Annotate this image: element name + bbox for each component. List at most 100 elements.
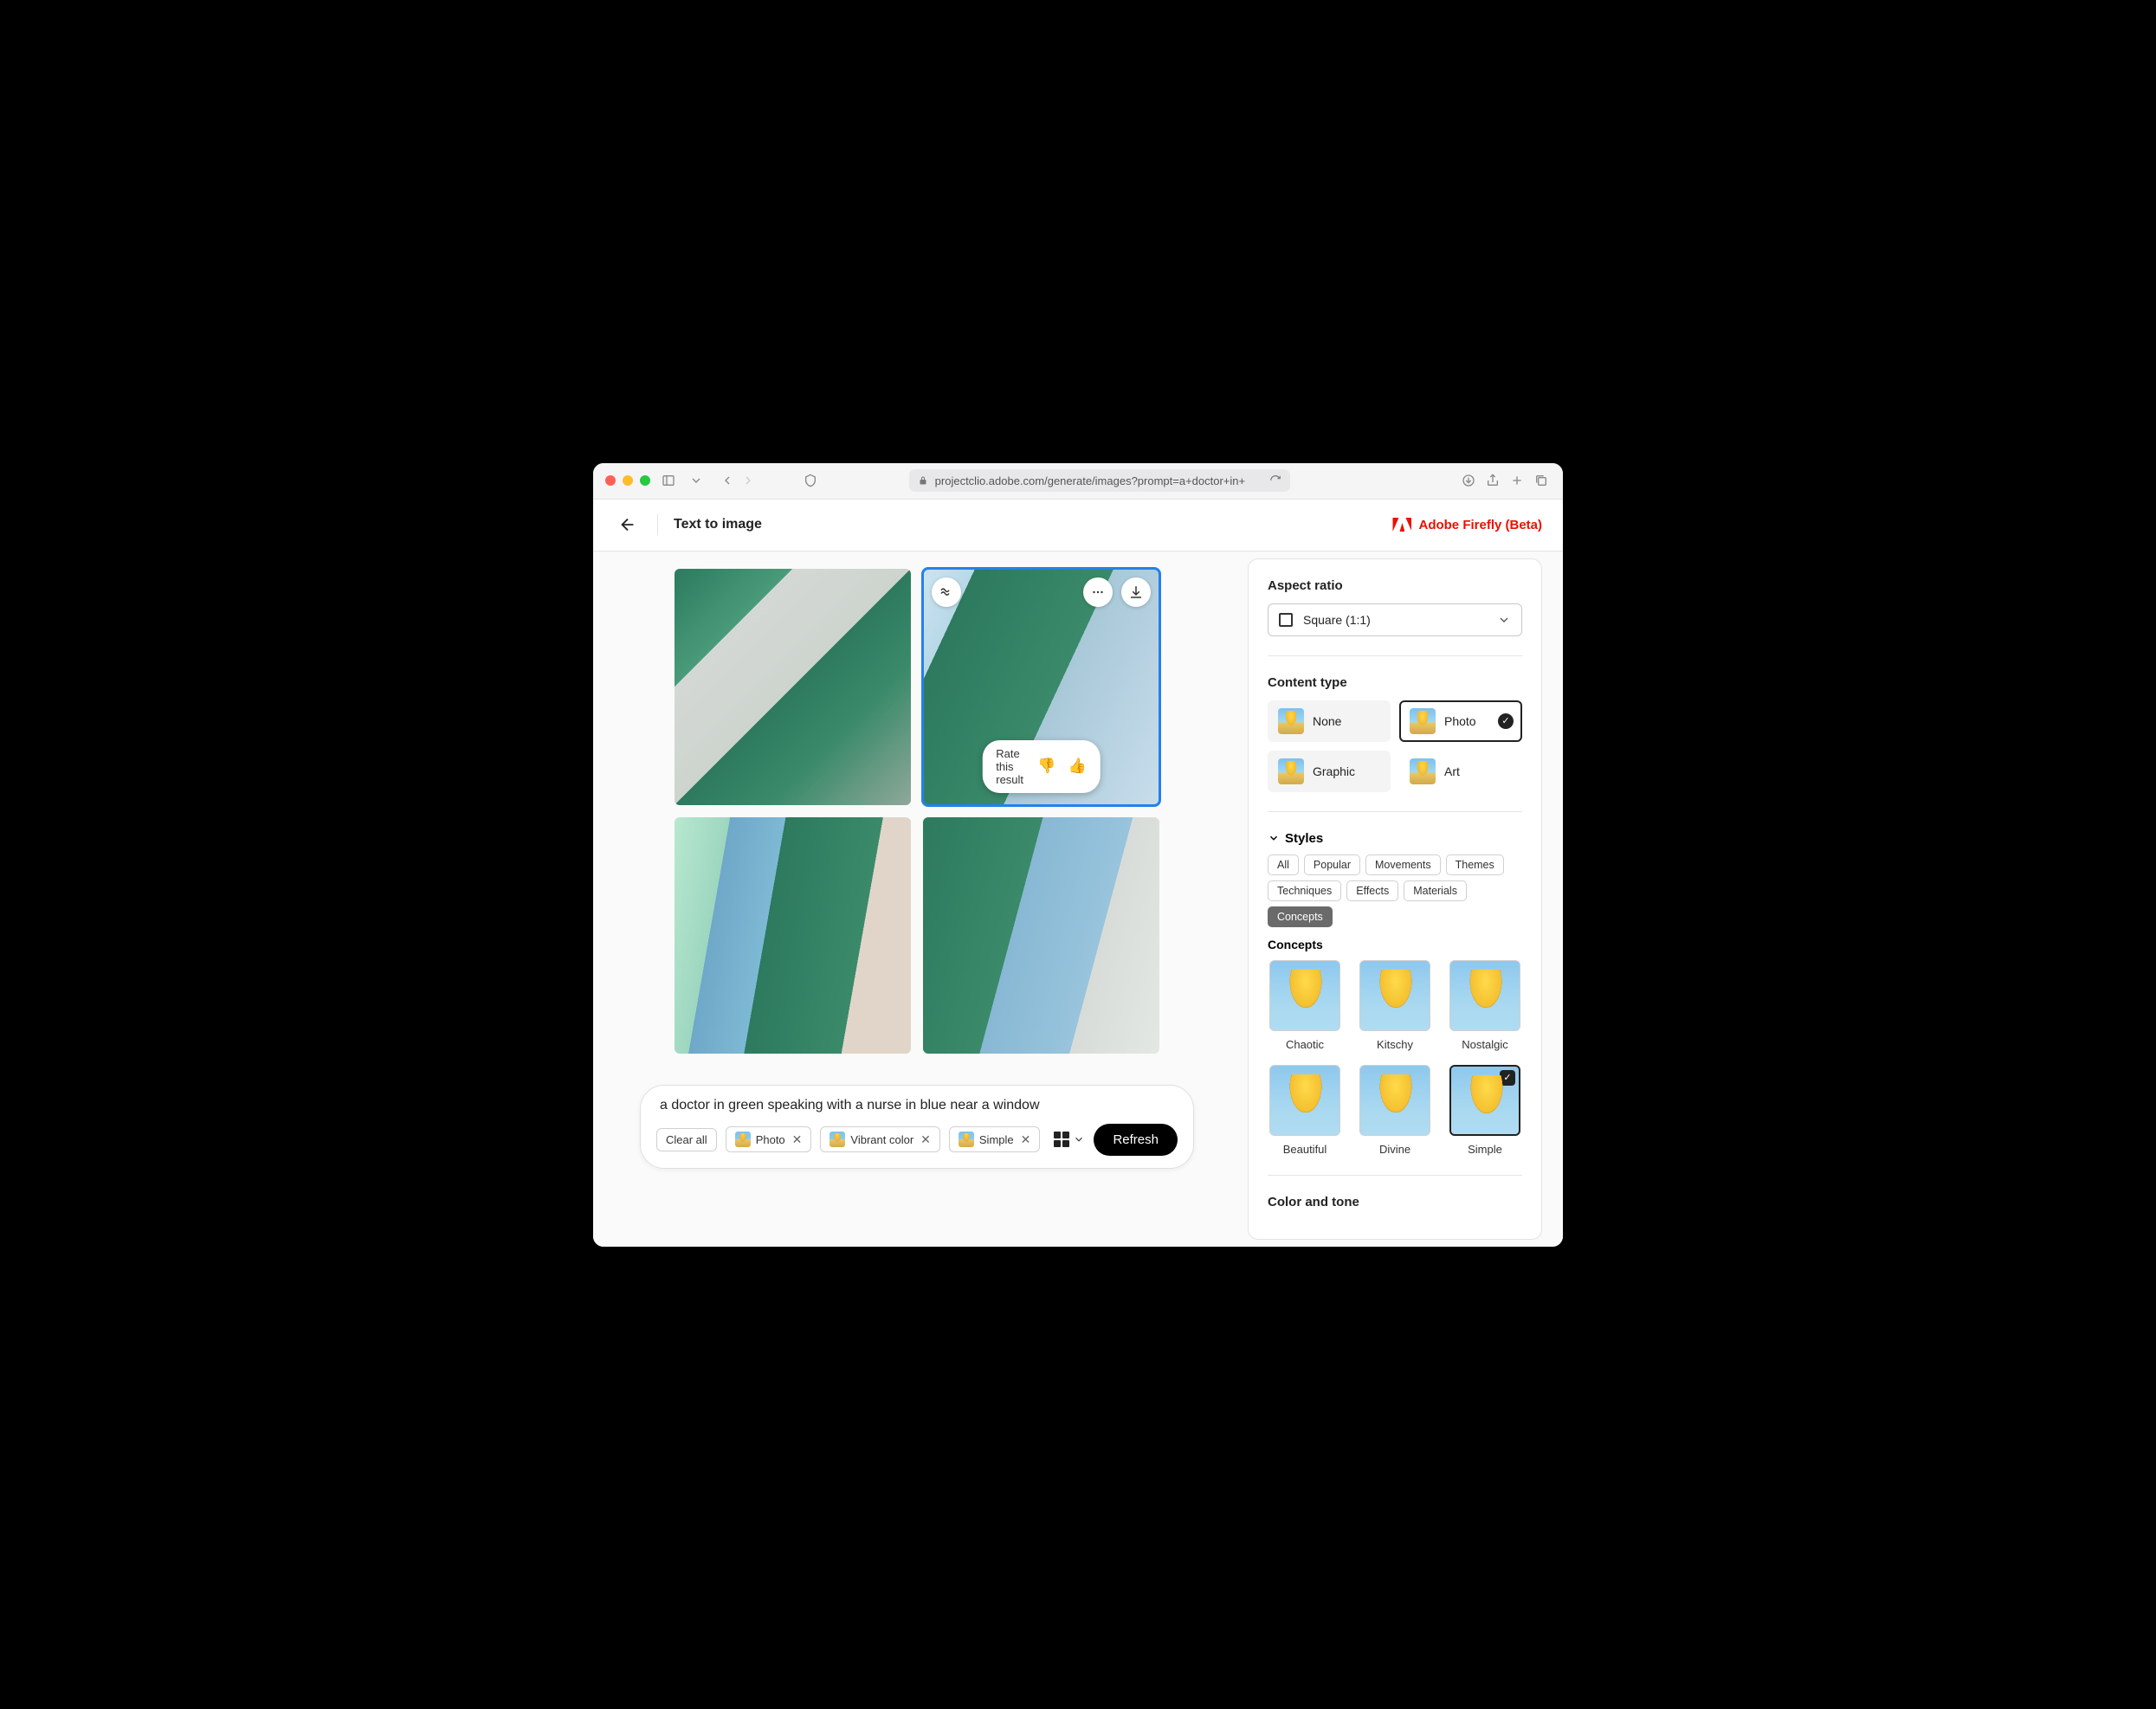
concept-chaotic[interactable]: Chaotic (1268, 960, 1342, 1051)
download-image-icon[interactable] (1121, 577, 1151, 607)
content-type-section: Content type None Photo ✓ Graphic (1268, 675, 1522, 792)
brand-text: Adobe Firefly (Beta) (1418, 518, 1542, 532)
back-button[interactable] (614, 511, 642, 538)
nav-forward-button[interactable] (739, 471, 758, 490)
result-tile[interactable] (675, 569, 911, 805)
browser-window: projectclio.adobe.com/generate/images?pr… (593, 463, 1563, 1247)
result-tile[interactable] (923, 817, 1159, 1054)
balloon-thumb-icon (735, 1132, 751, 1147)
result-tile[interactable]: Rate this result 👎 👍 (923, 569, 1159, 805)
close-window-button[interactable] (605, 475, 616, 486)
balloon-thumb-icon (1410, 758, 1436, 784)
brand[interactable]: Adobe Firefly (Beta) (1392, 518, 1542, 532)
concept-kitschy[interactable]: Kitschy (1358, 960, 1432, 1051)
aspect-ratio-heading: Aspect ratio (1268, 578, 1522, 593)
chevron-down-icon (1268, 832, 1280, 844)
concept-divine[interactable]: Divine (1358, 1065, 1432, 1156)
tabs-icon[interactable] (1532, 471, 1551, 490)
concept-nostalgic[interactable]: Nostalgic (1448, 960, 1522, 1051)
page-title: Text to image (674, 517, 762, 532)
variations-icon[interactable] (932, 577, 961, 607)
content-type-none[interactable]: None (1268, 700, 1391, 742)
style-tag[interactable]: All (1268, 854, 1299, 875)
shield-icon[interactable] (801, 471, 820, 490)
minimize-window-button[interactable] (623, 475, 633, 486)
balloon-thumb-icon (1278, 708, 1304, 734)
generated-image (923, 817, 1159, 1054)
divider (657, 514, 658, 535)
nav-back-button[interactable] (718, 471, 737, 490)
filter-chip-simple[interactable]: Simple ✕ (949, 1126, 1040, 1152)
aspect-ratio-value: Square (1:1) (1303, 613, 1371, 627)
balloon-thumb-icon (1359, 1065, 1430, 1136)
balloon-thumb-icon (1359, 960, 1430, 1031)
new-tab-icon[interactable] (1507, 471, 1527, 490)
download-icon[interactable] (1459, 471, 1478, 490)
app-header: Text to image Adobe Firefly (Beta) (593, 500, 1563, 551)
remove-chip-icon[interactable]: ✕ (792, 1132, 803, 1147)
content-type-graphic[interactable]: Graphic (1268, 751, 1391, 792)
sidebar-toggle-icon[interactable] (659, 471, 678, 490)
concepts-heading: Concepts (1268, 938, 1522, 951)
divider (1268, 1175, 1522, 1176)
traffic-lights (605, 475, 650, 486)
result-tile[interactable] (675, 817, 911, 1054)
browser-chrome: projectclio.adobe.com/generate/images?pr… (593, 463, 1563, 500)
check-icon: ✓ (1500, 1070, 1515, 1086)
content-type-art[interactable]: Art (1399, 751, 1522, 792)
chevron-down-icon (1073, 1133, 1085, 1145)
prompt-bar: a doctor in green speaking with a nurse … (640, 1085, 1194, 1169)
thumbs-down-icon[interactable]: 👎 (1037, 758, 1055, 775)
adobe-logo-icon (1392, 518, 1411, 532)
rate-label: Rate this result (996, 747, 1025, 786)
content-type-photo[interactable]: Photo ✓ (1399, 700, 1522, 742)
filter-chip-photo[interactable]: Photo ✕ (726, 1126, 812, 1152)
clear-all-button[interactable]: Clear all (656, 1128, 717, 1151)
prompt-input[interactable]: a doctor in green speaking with a nurse … (656, 1098, 1178, 1113)
share-icon[interactable] (1483, 471, 1502, 490)
style-tag[interactable]: Themes (1446, 854, 1504, 875)
rate-prompt: Rate this result 👎 👍 (982, 740, 1101, 793)
thumbs-up-icon[interactable]: 👍 (1068, 758, 1087, 775)
balloon-thumb-icon (1449, 960, 1520, 1031)
style-tag[interactable]: Popular (1304, 854, 1360, 875)
styles-section: Styles All Popular Movements Themes Tech… (1268, 831, 1522, 1156)
maximize-window-button[interactable] (640, 475, 650, 486)
balloon-thumb-icon (829, 1132, 845, 1147)
style-tag[interactable]: Techniques (1268, 880, 1341, 901)
generated-image (675, 569, 911, 805)
style-tag[interactable]: Movements (1365, 854, 1441, 875)
settings-sidebar: Aspect ratio Square (1:1) Content type N… (1248, 558, 1542, 1240)
square-icon (1279, 613, 1293, 627)
balloon-thumb-icon (959, 1132, 974, 1147)
styles-heading[interactable]: Styles (1268, 831, 1522, 846)
concept-simple[interactable]: ✓ Simple (1448, 1065, 1522, 1156)
chip-row: Clear all Photo ✕ Vibrant color ✕ S (656, 1124, 1178, 1156)
remove-chip-icon[interactable]: ✕ (920, 1132, 931, 1147)
style-tag[interactable]: Concepts (1268, 906, 1333, 927)
url-text: projectclio.adobe.com/generate/images?pr… (935, 474, 1245, 487)
remove-chip-icon[interactable]: ✕ (1021, 1132, 1031, 1147)
more-options-icon[interactable] (1083, 577, 1113, 607)
lock-icon (918, 475, 928, 486)
check-icon: ✓ (1498, 713, 1514, 729)
content-type-heading: Content type (1268, 675, 1522, 690)
chevron-down-icon[interactable] (687, 471, 706, 490)
layout-selector[interactable] (1054, 1132, 1085, 1147)
url-bar[interactable]: projectclio.adobe.com/generate/images?pr… (909, 469, 1290, 492)
grid-icon (1054, 1132, 1069, 1147)
balloon-thumb-icon: ✓ (1449, 1065, 1520, 1136)
main-panel: Rate this result 👎 👍 a doctor in green s… (593, 551, 1241, 1247)
filter-chip-vibrant[interactable]: Vibrant color ✕ (820, 1126, 939, 1152)
chevron-down-icon (1497, 613, 1511, 627)
balloon-thumb-icon (1269, 960, 1340, 1031)
style-tag[interactable]: Materials (1404, 880, 1467, 901)
generated-image (675, 817, 911, 1054)
divider (1268, 811, 1522, 812)
aspect-ratio-select[interactable]: Square (1:1) (1268, 603, 1522, 636)
app-body: Rate this result 👎 👍 a doctor in green s… (593, 551, 1563, 1247)
refresh-button[interactable]: Refresh (1094, 1124, 1178, 1156)
reload-icon[interactable] (1269, 474, 1281, 487)
concept-beautiful[interactable]: Beautiful (1268, 1065, 1342, 1156)
style-tag[interactable]: Effects (1346, 880, 1398, 901)
